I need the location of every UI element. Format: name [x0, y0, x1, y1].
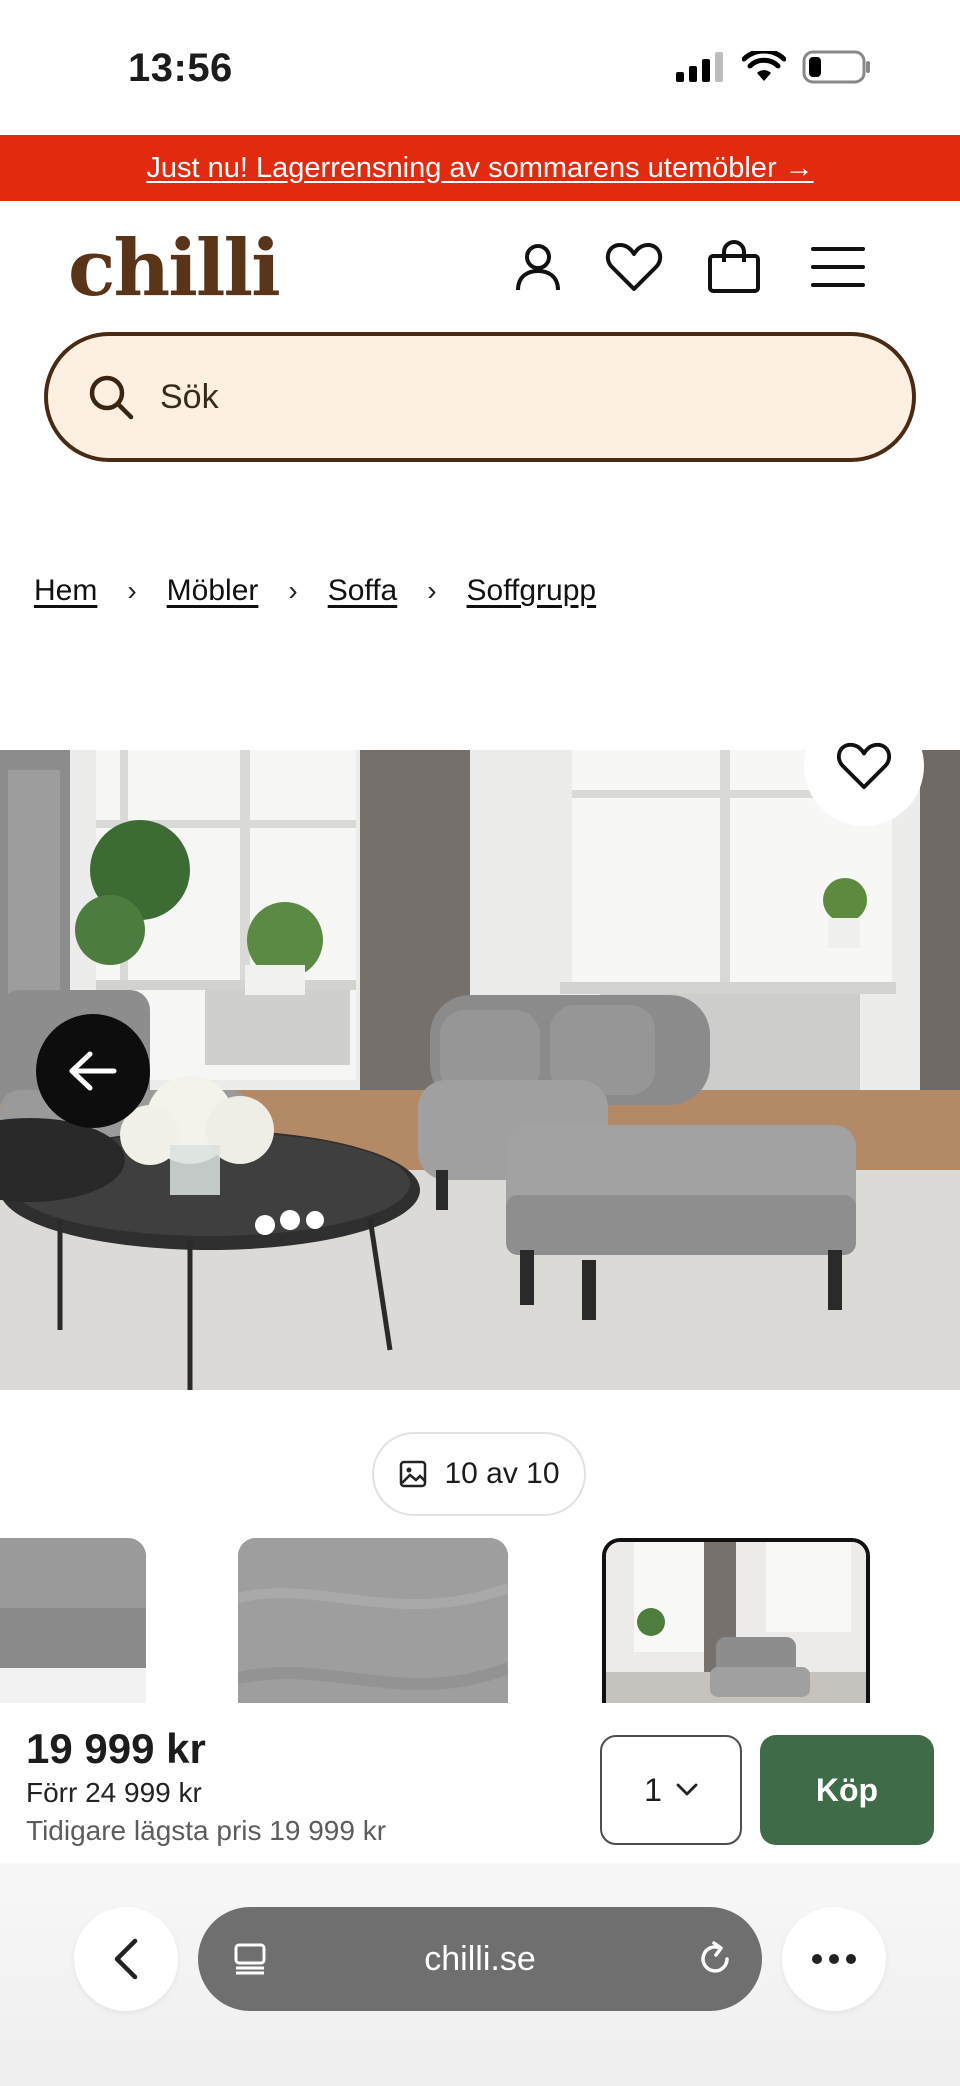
search-placeholder: Sök — [160, 377, 219, 416]
thumbnail-strip — [0, 1536, 960, 1704]
status-time: 13:56 — [128, 46, 233, 90]
wifi-icon — [742, 51, 786, 81]
price: 19 999 kr — [26, 1725, 206, 1772]
breadcrumb-separator: › — [288, 575, 298, 606]
url-text: chilli.se — [424, 1939, 536, 1978]
more-icon — [812, 1954, 856, 1964]
lowest-price-note: Tidigare lägsta pris 19 999 kr — [26, 1815, 387, 1846]
browser-toolbar: chilli.se — [0, 1863, 960, 2086]
image-counter[interactable]: 10 av 10 — [372, 1432, 586, 1516]
chevron-left-icon — [114, 1938, 138, 1980]
site-header: chilli — [0, 201, 960, 331]
heart-icon — [836, 742, 892, 790]
buy-button[interactable]: Köp — [760, 1735, 934, 1845]
status-bar: 13:56 — [0, 0, 960, 135]
url-bar[interactable]: chilli.se — [198, 1907, 762, 2011]
image-icon — [400, 1460, 427, 1488]
previous-image-button[interactable] — [36, 1014, 150, 1128]
thumbnail-sofa-detail[interactable] — [0, 1538, 146, 1704]
heart-icon[interactable] — [604, 237, 664, 297]
signal-icon — [676, 52, 723, 82]
thumbnail-fabric[interactable] — [238, 1538, 508, 1704]
account-icon[interactable] — [508, 237, 568, 297]
browser-more-button[interactable] — [782, 1907, 886, 2011]
search-input[interactable]: Sök — [44, 332, 916, 462]
breadcrumb-item-hem[interactable]: Hem — [34, 574, 97, 608]
logo[interactable]: chilli — [68, 223, 281, 314]
breadcrumb-separator: › — [427, 575, 437, 606]
breadcrumb: Hem › Möbler › Soffa › Soffgrupp — [34, 574, 596, 608]
search-icon — [89, 375, 134, 420]
bag-icon[interactable] — [704, 237, 764, 297]
quantity-select[interactable]: 1 — [600, 1735, 742, 1845]
previous-price: Förr 24 999 kr — [26, 1777, 202, 1808]
breadcrumb-item-mobler[interactable]: Möbler — [167, 574, 259, 608]
battery-icon — [802, 50, 870, 84]
breadcrumb-separator: › — [127, 575, 137, 606]
breadcrumb-item-soffgrupp[interactable]: Soffgrupp — [467, 574, 597, 608]
thumbnail-room-selected[interactable] — [602, 1538, 870, 1704]
promo-banner: Just nu! Lagerrensning av sommarens utem… — [0, 135, 960, 201]
breadcrumb-item-soffa[interactable]: Soffa — [328, 574, 398, 608]
reload-icon[interactable] — [696, 1940, 734, 1978]
image-counter-label: 10 av 10 — [444, 1457, 560, 1490]
quantity-value: 1 — [644, 1771, 662, 1808]
browser-back-button[interactable] — [74, 1907, 178, 2011]
promo-link[interactable]: Just nu! Lagerrensning av sommarens utem… — [146, 152, 813, 185]
arrow-left-icon — [69, 1051, 117, 1091]
status-icons — [676, 50, 872, 84]
tabs-icon — [234, 1943, 266, 1975]
favorite-button[interactable] — [804, 706, 924, 826]
chevron-down-icon — [676, 1783, 698, 1796]
purchase-bar: 19 999 kr Förr 24 999 kr Tidigare lägsta… — [0, 1703, 960, 1863]
menu-icon[interactable] — [808, 237, 868, 297]
